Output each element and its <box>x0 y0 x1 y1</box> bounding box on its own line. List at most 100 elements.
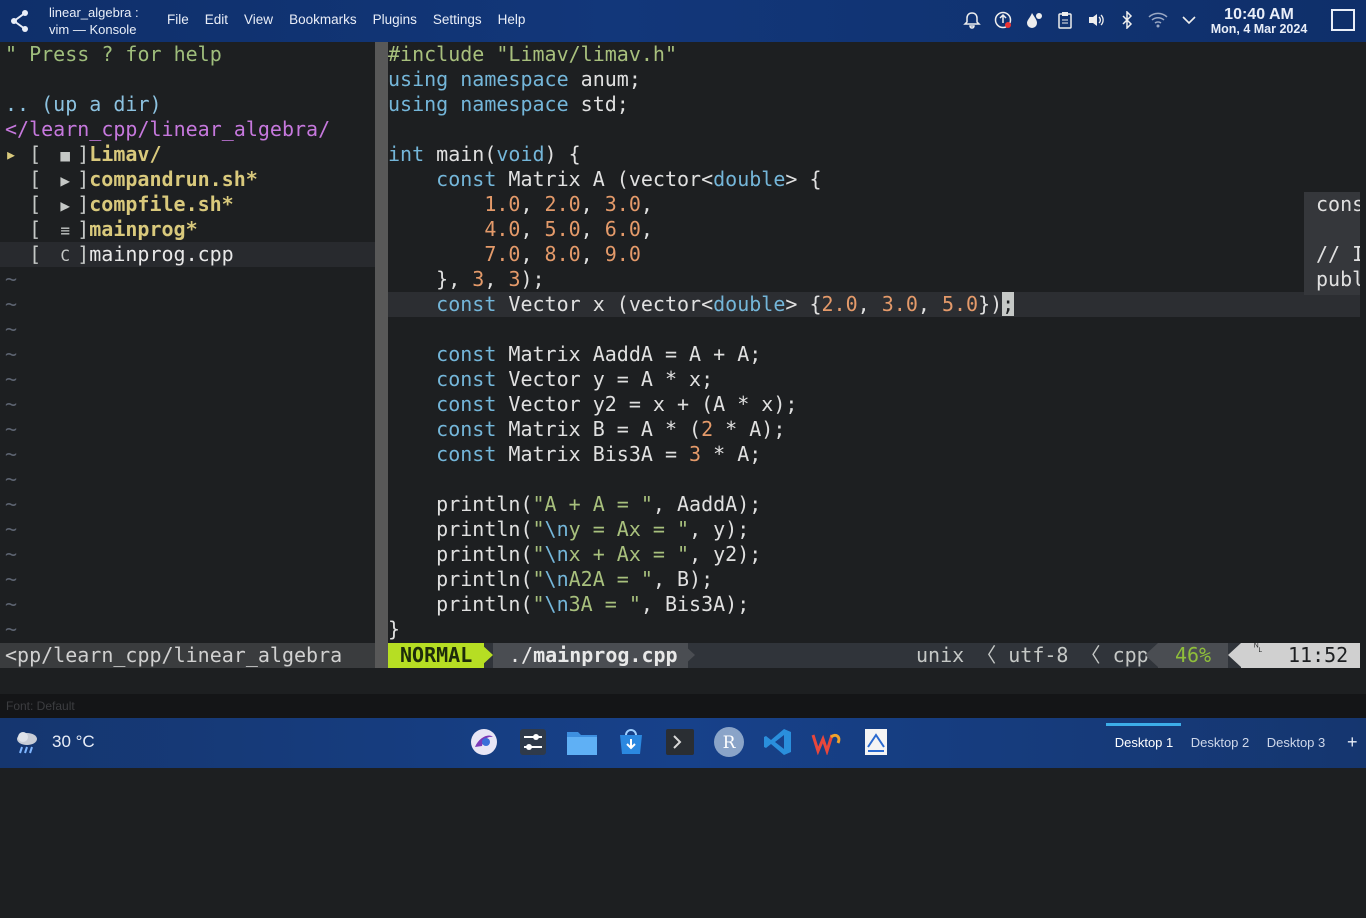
code-line[interactable]: using namespace anum; <box>388 67 641 92</box>
bluetooth-icon[interactable] <box>1117 10 1137 30</box>
window-title-line2: vim — Konsole <box>49 22 137 37</box>
tree-bracket: ] <box>77 142 90 166</box>
tree-entry[interactable]: ▸ [ ■]Limav/ <box>5 142 161 167</box>
tree-entry[interactable]: [ C]mainprog.cpp <box>5 242 234 267</box>
empty-line-marker: ~ <box>5 567 18 591</box>
tree-entry-name: compandrun.sh* <box>89 167 258 191</box>
app-launcher-icon[interactable] <box>8 7 36 35</box>
tree-help-text: " Press ? for help <box>5 42 222 66</box>
code-line[interactable]: #include "Limav/limav.h" <box>388 42 677 67</box>
tree-entry[interactable]: [ ≡]mainprog* <box>5 217 198 242</box>
konsole-status-bar: Font: Default <box>0 694 1366 718</box>
code-line[interactable]: const Matrix Bis3A = 3 * A; <box>388 442 761 467</box>
vscode-icon[interactable] <box>760 724 796 760</box>
add-desktop-button[interactable]: + <box>1347 732 1358 753</box>
code-line[interactable]: int main(void) { <box>388 142 581 167</box>
code-line[interactable]: using namespace std; <box>388 92 629 117</box>
wifi-icon[interactable] <box>1148 10 1168 30</box>
settings-icon[interactable] <box>515 724 551 760</box>
empty-line-marker: ~ <box>5 417 18 441</box>
menu-plugins[interactable]: Plugins <box>373 12 417 27</box>
rain-cloud-icon <box>17 732 37 754</box>
code-line[interactable]: const Matrix A (vector<double> { <box>388 167 821 192</box>
code-line[interactable]: const Matrix AaddA = A + A; <box>388 342 761 367</box>
file-separator <box>682 643 695 667</box>
desktop-2[interactable]: Desktop 2 <box>1182 718 1258 768</box>
code-line[interactable]: println("\nx + Ax = ", y2); <box>388 542 761 567</box>
code-line[interactable]: 7.0, 8.0, 9.0 <box>388 242 641 267</box>
tree-statusline: <pp/learn_cpp/linear_algebra <box>0 643 375 668</box>
encoding: utf-8 <box>1008 643 1069 667</box>
expand-tray-icon[interactable] <box>1179 10 1199 30</box>
empty-line-marker: ~ <box>5 292 18 316</box>
menu-edit[interactable]: Edit <box>205 12 228 27</box>
code-line[interactable]: println("A + A = ", AaddA); <box>388 492 761 517</box>
clock-time: 10:40 AM <box>1224 6 1294 23</box>
tree-current-path: </learn_cpp/linear_algebra/ <box>5 117 331 141</box>
terminal-file-icon: ▶ <box>60 196 70 215</box>
wps-icon[interactable] <box>809 724 845 760</box>
code-line[interactable]: const Vector y2 = x + (A * x); <box>388 392 797 417</box>
tree-bracket: ] <box>77 242 90 266</box>
text-file-icon: ≡ <box>60 221 70 240</box>
folder-icon: ■ <box>60 146 70 165</box>
tree-bracket: ] <box>77 167 90 191</box>
clipboard-icon[interactable] <box>1055 10 1075 30</box>
line-number-icon: ␤ <box>1253 641 1264 656</box>
svg-text:R: R <box>723 733 737 753</box>
file-manager-icon[interactable] <box>564 724 600 760</box>
okular-icon[interactable] <box>858 724 894 760</box>
popup-line-3: // In Vector <box>1316 242 1360 266</box>
weather-widget[interactable]: 30 °C <box>14 728 95 756</box>
code-line[interactable]: } <box>388 617 400 642</box>
file-segment: ./mainprog.cpp <box>493 643 688 668</box>
vault-icon[interactable] <box>1024 10 1044 30</box>
code-line[interactable]: const Vector x (vector<double> {2.0, 3.0… <box>388 292 1015 317</box>
menu-bookmarks[interactable]: Bookmarks <box>289 12 357 27</box>
split-divider[interactable] <box>375 42 388 668</box>
code-line[interactable]: 4.0, 5.0, 6.0, <box>388 217 653 242</box>
menu-file[interactable]: File <box>167 12 189 27</box>
clock-date: Mon, 4 Mar 2024 <box>1210 22 1308 36</box>
tree-up-dir[interactable]: .. (up a dir) <box>5 92 162 117</box>
show-desktop-button[interactable] <box>1331 9 1355 31</box>
hover-popup: constructor Vector // In Vector public: … <box>1304 192 1360 295</box>
code-line[interactable]: println("\n3A = ", Bis3A); <box>388 592 749 617</box>
text-cursor: ; <box>1002 292 1015 316</box>
browser-icon[interactable] <box>466 724 502 760</box>
nerdtree-panel[interactable]: " Press ? for help .. (up a dir) </learn… <box>0 42 375 642</box>
updates-icon[interactable] <box>993 10 1013 30</box>
tree-entry[interactable]: [ ▶]compfile.sh* <box>5 192 234 217</box>
code-line[interactable]: const Vector y = A * x; <box>388 367 713 392</box>
volume-icon[interactable] <box>1086 10 1106 30</box>
code-line[interactable]: println("\nA2A = ", B); <box>388 567 713 592</box>
terminal-area[interactable]: " Press ? for help .. (up a dir) </learn… <box>0 42 1366 718</box>
terminal-icon[interactable] <box>662 724 698 760</box>
system-tray <box>962 10 1199 30</box>
tree-entry-name: Limav/ <box>89 142 162 166</box>
desktop-1[interactable]: Desktop 1 <box>1106 718 1182 768</box>
tree-bracket: [ <box>29 142 54 166</box>
store-icon[interactable] <box>613 724 649 760</box>
menu-view[interactable]: View <box>244 12 273 27</box>
filetype: cpp <box>1112 643 1149 667</box>
window-title: linear_algebra : vim — Konsole <box>49 4 139 38</box>
statusline: NORMAL ./mainprog.cpp unix 〈 utf-8 〈 cpp… <box>388 641 1360 668</box>
menu-settings[interactable]: Settings <box>433 12 482 27</box>
code-line[interactable]: }, 3, 3); <box>388 267 544 292</box>
mode-indicator: NORMAL <box>388 643 485 668</box>
notifications-icon[interactable] <box>962 10 982 30</box>
menu-help[interactable]: Help <box>498 12 526 27</box>
tree-entry[interactable]: [ ▶]compandrun.sh* <box>5 167 258 192</box>
r-icon[interactable]: R <box>711 724 747 760</box>
code-editor[interactable]: #include "Limav/limav.h" using namespace … <box>388 42 1360 642</box>
clock[interactable]: 10:40 AM Mon, 4 Mar 2024 <box>1206 7 1312 37</box>
info-separator: 〈 <box>1080 643 1101 667</box>
desktop-3[interactable]: Desktop 3 <box>1258 718 1334 768</box>
empty-line-marker: ~ <box>5 317 18 341</box>
code-line[interactable]: const Matrix B = A * (2 * A); <box>388 417 785 442</box>
code-line[interactable]: println("\ny = Ax = ", y); <box>388 517 749 542</box>
code-line[interactable]: 1.0, 2.0, 3.0, <box>388 192 653 217</box>
